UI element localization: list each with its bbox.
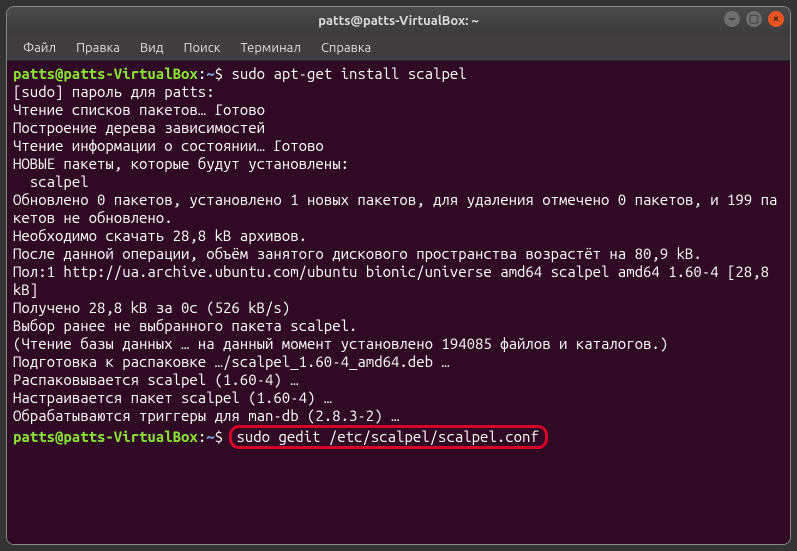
prompt-symbol: $ (215, 65, 223, 82)
output-line: Выбор ранее не выбранного пакета scalpel… (13, 317, 784, 335)
command-2: sudo gedit /etc/scalpel/scalpel.conf (236, 428, 538, 445)
output-line: Распаковывается scalpel (1.60-4) … (13, 371, 784, 389)
close-button[interactable]: × (768, 11, 784, 27)
output-line: НОВЫЕ пакеты, которые будут установлены: (13, 155, 784, 173)
menu-terminal[interactable]: Терминал (232, 38, 308, 58)
output-line: Обновлено 0 пакетов, установлено 1 новых… (13, 191, 784, 227)
menubar: Файл Правка Вид Поиск Терминал Справка (7, 35, 790, 61)
highlighted-command: sudo gedit /etc/scalpel/scalpel.conf (229, 425, 547, 449)
prompt-line-1: patts@patts-VirtualBox:~$ sudo apt-get i… (13, 65, 784, 83)
menu-help[interactable]: Справка (313, 38, 379, 58)
output-line: Подготовка к распаковке …/scalpel_1.60-4… (13, 353, 784, 371)
menu-search[interactable]: Поиск (175, 38, 228, 58)
prompt-symbol: $ (215, 428, 223, 445)
maximize-button[interactable]: ▢ (746, 11, 762, 27)
output-line: Настраивается пакет scalpel (1.60-4) … (13, 389, 784, 407)
menu-edit[interactable]: Правка (68, 38, 128, 58)
prompt-line-2: patts@patts-VirtualBox:~$ sudo gedit /et… (13, 425, 784, 449)
output-line: Получено 28,8 kB за 0с (526 kB/s) (13, 299, 784, 317)
terminal-body[interactable]: patts@patts-VirtualBox:~$ sudo apt-get i… (7, 61, 790, 544)
prompt-userhost: patts@patts-VirtualBox (13, 428, 198, 445)
window-title: patts@patts-VirtualBox: ~ (318, 14, 479, 28)
output-line: Чтение списков пакетов… Готово (13, 101, 784, 119)
menu-view[interactable]: Вид (132, 38, 172, 58)
command-1: sudo apt-get install scalpel (231, 65, 466, 82)
titlebar: patts@patts-VirtualBox: ~ – ▢ × (7, 7, 790, 35)
output-line: Обрабатываются триггеры для man-db (2.8.… (13, 407, 784, 425)
output-line: Пол:1 http://ua.archive.ubuntu.com/ubunt… (13, 263, 784, 299)
output-line: Чтение информации о состоянии… Готово (13, 137, 784, 155)
prompt-path: ~ (206, 65, 214, 82)
window-controls: – ▢ × (724, 11, 784, 27)
output-line: Необходимо скачать 28,8 kB архивов. (13, 227, 784, 245)
menu-file[interactable]: Файл (15, 38, 64, 58)
output-line: scalpel (13, 173, 784, 191)
prompt-userhost: patts@patts-VirtualBox (13, 65, 198, 82)
output-line: [sudo] пароль для patts: (13, 83, 784, 101)
output-line: (Чтение базы данных … на данный момент у… (13, 335, 784, 353)
minimize-button[interactable]: – (724, 11, 740, 27)
prompt-path: ~ (206, 428, 214, 445)
terminal-window: patts@patts-VirtualBox: ~ – ▢ × Файл Пра… (6, 6, 791, 545)
output-line: После данной операции, объём занятого ди… (13, 245, 784, 263)
output-line: Построение дерева зависимостей (13, 119, 784, 137)
